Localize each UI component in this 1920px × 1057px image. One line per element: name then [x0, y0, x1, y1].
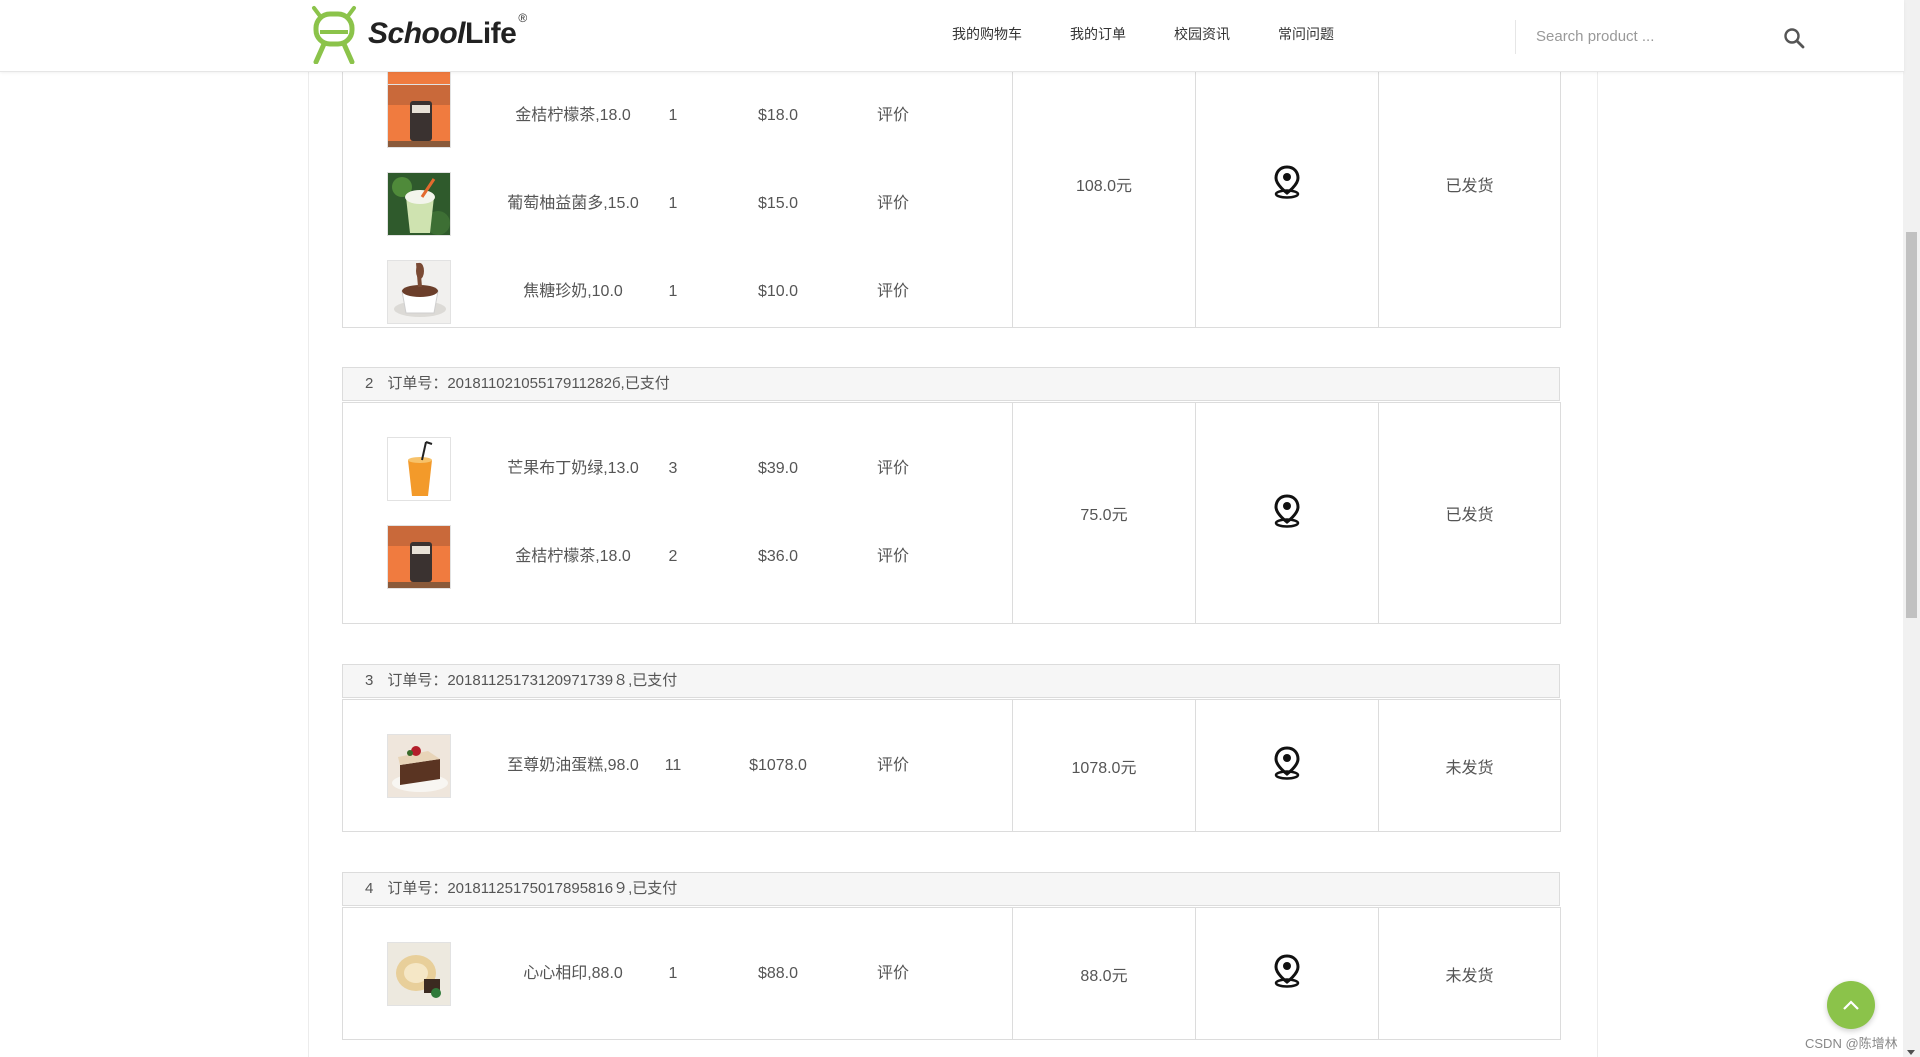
order-location: [1196, 403, 1379, 623]
item-name: 焦糖珍奶,10.0: [523, 283, 623, 300]
order-body-4: 心心相印,88.0 1 $88.0 评价 88.0元 未发货: [342, 907, 1561, 1040]
location-pin-icon[interactable]: [1273, 746, 1301, 785]
search-input[interactable]: [1534, 22, 1758, 50]
order-total: 88.0元: [1013, 908, 1196, 1039]
item-name: 金桔柠檬茶,18.0: [515, 548, 631, 565]
order-body-1: 金桔柠檬茶,18.0 1 $18.0 评价 葡萄柚益菌多,15.0 1 $15.…: [342, 23, 1561, 328]
review-link[interactable]: 评价: [863, 734, 923, 798]
product-thumbnail: [387, 437, 451, 501]
item-price: $15.0: [757, 195, 799, 212]
order-location: [1196, 41, 1379, 327]
nav-cart[interactable]: 我的购物车: [952, 24, 1022, 44]
order-location: [1196, 700, 1379, 831]
review-link[interactable]: 评价: [863, 525, 923, 589]
item-price: $18.0: [757, 107, 799, 124]
item-row: 焦糖珍奶,10.0 1 $10.0 评价: [343, 260, 1013, 326]
order-body-3: 至尊奶油蛋糕,98.0 11 $1078.0 评价 1078.0元 未发货: [342, 699, 1561, 832]
item-quantity: 1: [668, 965, 678, 982]
item-name: 至尊奶油蛋糕,98.0: [507, 757, 639, 774]
order-status: 已发货: [1445, 507, 1494, 524]
item-name: 芒果布丁奶绿,13.0: [507, 460, 639, 477]
order-number: 订单号：20181125173120971739８,已支付: [387, 672, 678, 689]
order-header: 2 订单号：20181102105517911282б,已支付: [342, 367, 1560, 401]
nav-my-orders[interactable]: 我的订单: [1070, 24, 1126, 44]
back-to-top-button[interactable]: [1827, 981, 1875, 1029]
nav-faq[interactable]: 常问问题: [1278, 24, 1334, 44]
item-row: 至尊奶油蛋糕,98.0 11 $1078.0 评价: [343, 734, 1013, 800]
item-row: 金桔柠檬茶,18.0 2 $36.0 评价: [343, 525, 1013, 591]
order-total: 1078.0元: [1013, 700, 1196, 831]
order-items: 心心相印,88.0 1 $88.0 评价: [343, 908, 1013, 1039]
scrollbar-thumb[interactable]: [1906, 232, 1917, 618]
order-total: 108.0元: [1013, 41, 1196, 327]
item-price: $36.0: [757, 548, 799, 565]
item-name: 金桔柠檬茶,18.0: [515, 107, 631, 124]
item-price: $88.0: [757, 965, 799, 982]
item-quantity: 11: [664, 757, 682, 774]
product-thumbnail: [387, 734, 451, 798]
order-number: 订单号：20181125175017895816９,已支付: [387, 880, 678, 897]
item-quantity: 3: [668, 460, 678, 477]
product-thumbnail: [387, 84, 451, 148]
item-quantity: 1: [668, 107, 678, 124]
item-row: 金桔柠檬茶,18.0 1 $18.0 评价: [343, 84, 1013, 150]
item-name: 葡萄柚益菌多,15.0: [507, 195, 639, 212]
item-quantity: 1: [668, 283, 678, 300]
vertical-scrollbar[interactable]: [1903, 0, 1920, 1057]
location-pin-icon[interactable]: [1273, 493, 1301, 533]
item-row: 心心相印,88.0 1 $88.0 评价: [343, 942, 1013, 1008]
chevron-up-icon: [1843, 1000, 1859, 1010]
item-row: 芒果布丁奶绿,13.0 3 $39.0 评价: [343, 437, 1013, 503]
location-pin-icon[interactable]: [1273, 954, 1301, 993]
order-number: 订单号：20181102105517911282б,已支付: [387, 375, 670, 392]
order-header: 4 订单号：20181125175017895816９,已支付: [342, 872, 1560, 906]
item-row: 葡萄柚益菌多,15.0 1 $15.0 评价: [343, 172, 1013, 238]
site-logo[interactable]: SchoolLife ®: [306, 2, 527, 66]
location-pin-icon[interactable]: [1273, 164, 1301, 204]
nav-campus-news[interactable]: 校园资讯: [1174, 24, 1230, 44]
item-price: $1078.0: [749, 757, 807, 774]
order-header: 3 订单号：20181125173120971739８,已支付: [342, 664, 1560, 698]
review-link[interactable]: 评价: [863, 437, 923, 501]
item-name: 心心相印,88.0: [523, 965, 623, 982]
review-link[interactable]: 评价: [863, 172, 923, 236]
search-icon[interactable]: [1782, 26, 1806, 50]
order-index: 4: [365, 880, 374, 897]
product-thumbnail: [387, 260, 451, 324]
logo-robot-icon: [312, 6, 356, 64]
search-box: [1515, 20, 1816, 54]
scroll-down-arrow-icon[interactable]: [1907, 1050, 1915, 1055]
order-index: 2: [365, 375, 374, 392]
order-status: 未发货: [1445, 759, 1494, 777]
order-items: 至尊奶油蛋糕,98.0 11 $1078.0 评价: [343, 700, 1013, 831]
order-total: 75.0元: [1013, 403, 1196, 623]
main-nav: 我的购物车 我的订单 校园资讯 常问问题: [952, 24, 1382, 44]
page: 金桔柠檬茶,18.0 1 $18.0 评价 葡萄柚益菌多,15.0 1 $15.…: [0, 0, 1920, 1057]
order-status: 已发货: [1445, 178, 1494, 195]
product-thumbnail: [387, 942, 451, 1006]
logo-text: SchoolLife: [368, 17, 517, 50]
item-price: $39.0: [757, 460, 799, 477]
item-quantity: 1: [668, 195, 678, 212]
site-header: SchoolLife ® 我的购物车 我的订单 校园资讯 常问问题: [0, 0, 1904, 72]
order-body-2: 芒果布丁奶绿,13.0 3 $39.0 评价 金桔柠檬茶,18.0 2 $36.…: [342, 402, 1561, 624]
item-quantity: 2: [668, 548, 678, 565]
review-link[interactable]: 评价: [863, 260, 923, 324]
review-link[interactable]: 评价: [863, 942, 923, 1006]
order-status: 未发货: [1445, 967, 1494, 985]
registered-mark: ®: [518, 11, 528, 25]
review-link[interactable]: 评价: [863, 84, 923, 148]
order-location: [1196, 908, 1379, 1039]
order-items: 金桔柠檬茶,18.0 1 $18.0 评价 葡萄柚益菌多,15.0 1 $15.…: [343, 23, 1013, 327]
product-thumbnail: [387, 525, 451, 589]
product-thumbnail: [387, 172, 451, 236]
order-index: 3: [365, 672, 374, 689]
item-price: $10.0: [757, 283, 799, 300]
order-items: 芒果布丁奶绿,13.0 3 $39.0 评价 金桔柠檬茶,18.0 2 $36.…: [343, 403, 1013, 623]
watermark: CSDN @陈增林: [1805, 1036, 1898, 1051]
